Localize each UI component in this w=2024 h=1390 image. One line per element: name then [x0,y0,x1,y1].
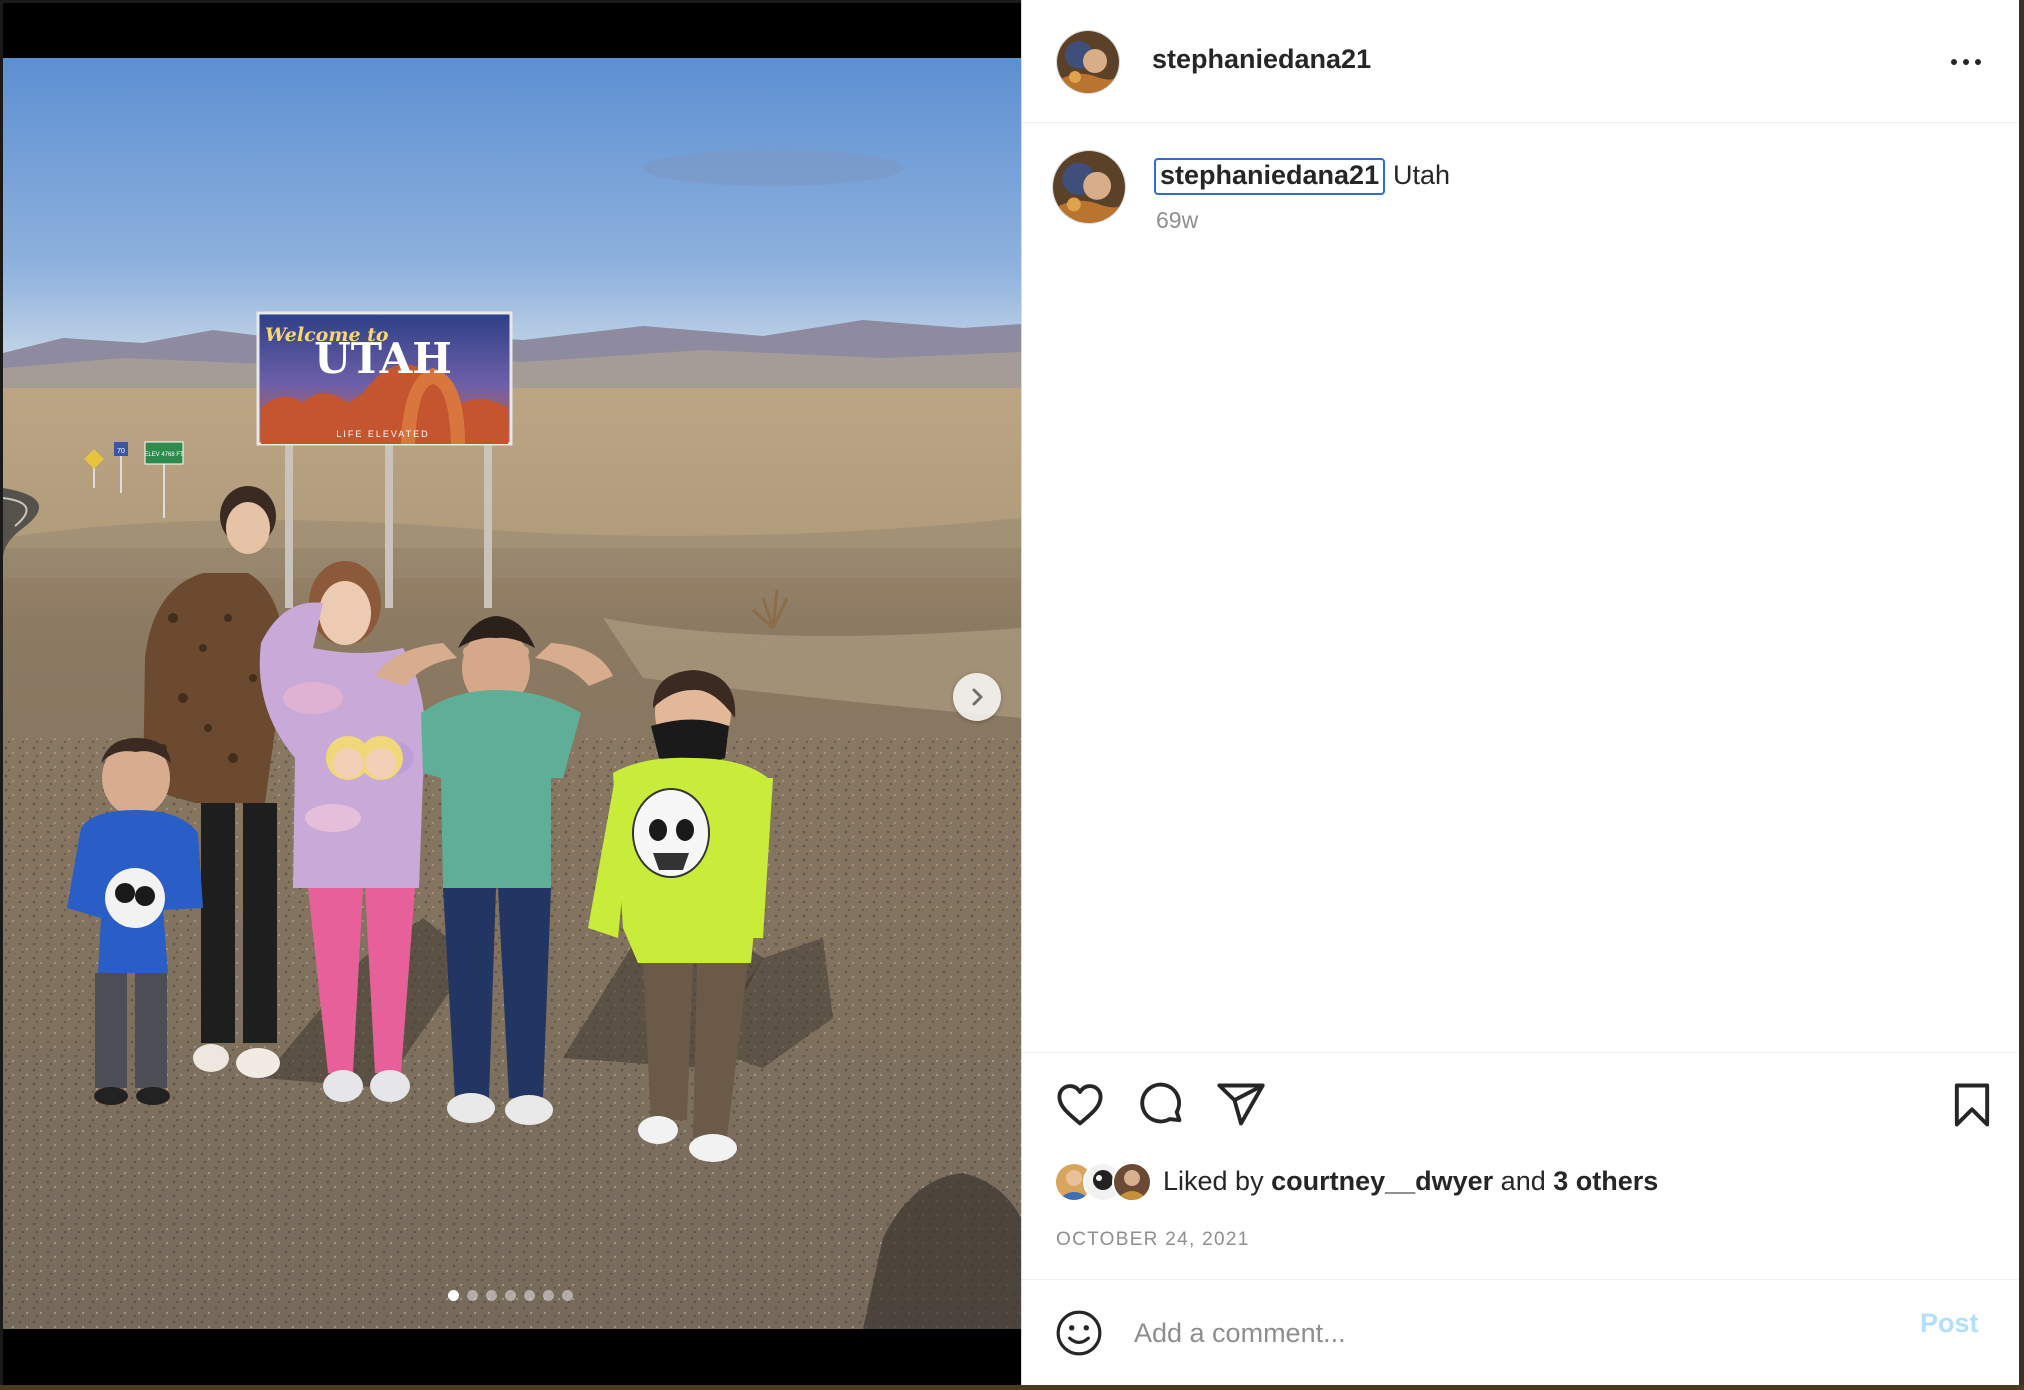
carousel-dot [524,1290,535,1301]
liked-by-prefix: Liked by [1163,1166,1272,1196]
emoji-button[interactable] [1054,1308,1104,1358]
liked-by-text: Liked by courtney__dwyer and 3 others [1163,1166,1658,1197]
sign-tagline-text: LIFE ELEVATED [336,429,429,439]
carousel-dot [543,1290,554,1301]
post-modal: 70 ELEV 4768 FT Welcome to UTAH LIFE ELE… [0,0,2019,1385]
actions-section: Liked by courtney__dwyer and 3 others OC… [1022,1052,2019,1280]
background-page-strip [0,1385,2024,1390]
heart-icon [1057,1084,1103,1126]
elevation-sign-text: ELEV 4768 FT [144,452,184,458]
carousel-dot [562,1290,573,1301]
bookmark-icon [1954,1083,1990,1127]
caption-avatar[interactable] [1052,150,1126,224]
smiley-icon [1056,1310,1102,1356]
likes-others-link[interactable]: 3 others [1553,1166,1658,1196]
caption-username-link[interactable]: stephaniedana21 [1154,158,1386,195]
chevron-right-icon [972,688,983,706]
avatar[interactable] [1056,30,1120,94]
post-date[interactable]: OCTOBER 24, 2021 [1056,1229,1250,1251]
liker-username-link[interactable]: courtney__dwyer [1271,1166,1493,1196]
sign-state-text: UTAH [314,334,452,383]
post-photo: 70 ELEV 4768 FT Welcome to UTAH LIFE ELE… [3,58,1021,1329]
like-button[interactable] [1054,1079,1106,1131]
interstate-shield-text: 70 [117,448,125,455]
carousel-dot [467,1290,478,1301]
carousel-dot [448,1290,459,1301]
post-time-ago[interactable]: 69w [1156,207,1198,234]
more-options-button[interactable] [1942,42,1990,82]
comment-section: Post [1022,1278,2019,1385]
share-button[interactable] [1215,1079,1267,1131]
comment-input[interactable] [1132,1304,1786,1362]
liked-by-joiner: and [1493,1166,1554,1196]
comment-bubble-icon [1140,1082,1182,1124]
carousel-indicator [448,1290,573,1301]
next-photo-button[interactable] [953,673,1001,721]
liker-avatar[interactable] [1112,1162,1152,1202]
media-pane: 70 ELEV 4768 FT Welcome to UTAH LIFE ELE… [3,3,1021,1385]
more-options-icon [1951,59,1981,65]
avatar-image [1057,31,1119,93]
post-comment-button[interactable]: Post [1920,1308,1979,1339]
avatar-image [1053,151,1125,223]
paper-plane-icon [1217,1083,1265,1126]
carousel-dot [486,1290,497,1301]
carousel-dot [505,1290,516,1301]
post-header: stephaniedana21 [1022,0,2019,123]
header-username[interactable]: stephaniedana21 [1152,44,1371,75]
comment-button[interactable] [1135,1079,1187,1131]
save-button[interactable] [1946,1079,1998,1131]
caption-text: Utah [1393,160,1451,190]
post-info-pane: stephaniedana21 stephaniedana21 69w Like… [1021,0,2019,1385]
